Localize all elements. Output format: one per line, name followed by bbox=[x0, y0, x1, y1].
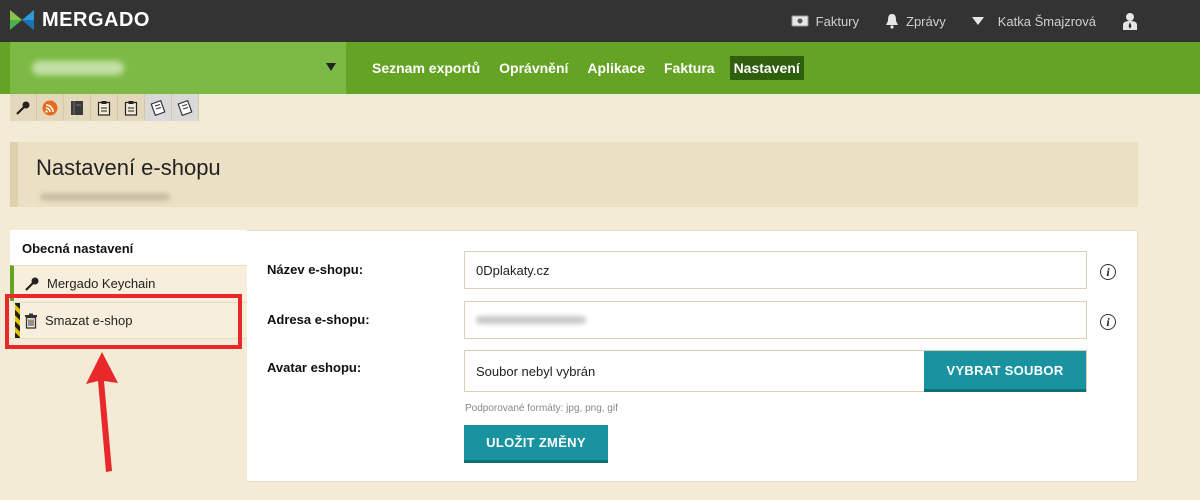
nav-apps[interactable]: Aplikace bbox=[583, 56, 649, 80]
rss-icon bbox=[42, 100, 58, 115]
top-right-menu: Faktury Zprávy Katka Šmajzrová bbox=[791, 0, 1200, 42]
toolbar-clipboard-button-1[interactable] bbox=[91, 94, 118, 121]
formats-hint: Podporované formáty: jpg, png, gif bbox=[465, 403, 618, 414]
user-icon[interactable] bbox=[1122, 12, 1138, 30]
eshop-name-blurred bbox=[32, 61, 124, 75]
settings-form: Název e-shopu: 0Dplakaty.cz i Adresa e-s… bbox=[247, 230, 1138, 482]
document-icon bbox=[150, 99, 166, 116]
logo-text: MERGADO bbox=[42, 8, 150, 31]
key-icon bbox=[25, 277, 39, 291]
avatar-file-input[interactable]: Soubor nebyl vybrán VYBRAT SOUBOR bbox=[464, 350, 1087, 392]
messages-label: Zprávy bbox=[906, 13, 946, 29]
clipboard-icon bbox=[124, 100, 138, 116]
page-subtitle-blurred bbox=[40, 193, 170, 201]
notebook-icon bbox=[71, 100, 83, 115]
toolbar-notebook-button[interactable] bbox=[64, 94, 91, 121]
eshop-address-value-blurred bbox=[476, 316, 586, 324]
eshop-name-value: 0Dplakaty.cz bbox=[476, 262, 550, 278]
clipboard-icon bbox=[97, 100, 111, 116]
chevron-down-icon bbox=[971, 17, 984, 25]
eshop-name-label: Název e-shopu: bbox=[267, 262, 364, 277]
name-info-icon[interactable]: i bbox=[1100, 264, 1116, 280]
invoices-link[interactable]: Faktury bbox=[791, 14, 859, 29]
toolbar-clipboard-button-2[interactable] bbox=[118, 94, 145, 121]
nav-settings[interactable]: Nastavení bbox=[729, 56, 804, 80]
eshop-address-field[interactable] bbox=[464, 301, 1087, 339]
bell-icon bbox=[886, 14, 898, 29]
tab-general-settings[interactable]: Obecná nastavení bbox=[10, 230, 247, 266]
sidebar-divider bbox=[10, 338, 247, 339]
file-status-text: Soubor nebyl vybrán bbox=[476, 364, 596, 379]
page-header: Nastavení e-shopu bbox=[10, 142, 1138, 207]
annotation-arrow-icon bbox=[86, 352, 118, 472]
user-menu[interactable]: Katka Šmajzrová bbox=[971, 13, 1096, 29]
messages-link[interactable]: Zprávy bbox=[885, 13, 946, 29]
document-icon bbox=[177, 99, 193, 116]
sidebar-item-keychain[interactable]: Mergado Keychain bbox=[10, 265, 247, 301]
main-nav: Seznam exportů Oprávnění Aplikace Faktur… bbox=[368, 42, 815, 94]
caret-down-icon bbox=[326, 63, 336, 71]
sidebar-item-label: Mergado Keychain bbox=[47, 276, 156, 291]
sidebar-item-label: Smazat e-shop bbox=[45, 313, 133, 328]
choose-file-button[interactable]: VYBRAT SOUBOR bbox=[924, 351, 1086, 392]
eshop-name-field[interactable]: 0Dplakaty.cz bbox=[464, 251, 1087, 289]
nav-invoice[interactable]: Faktura bbox=[660, 56, 719, 80]
toolbar-document-button-1[interactable] bbox=[145, 94, 172, 121]
toolbar-rss-button[interactable] bbox=[37, 94, 64, 121]
save-changes-button[interactable]: ULOŽIT ZMĚNY bbox=[464, 425, 608, 463]
toolbar bbox=[10, 94, 199, 121]
main-nav-bar: Seznam exportů Oprávnění Aplikace Faktur… bbox=[0, 42, 1200, 94]
user-name: Katka Šmajzrová bbox=[997, 13, 1096, 29]
eshop-selector[interactable] bbox=[10, 42, 346, 94]
key-icon bbox=[16, 101, 30, 115]
mergado-logo-icon bbox=[10, 10, 34, 30]
eshop-address-label: Adresa e-shopu: bbox=[267, 312, 370, 327]
nav-permissions[interactable]: Oprávnění bbox=[495, 56, 572, 80]
nav-export-list[interactable]: Seznam exportů bbox=[368, 56, 484, 80]
toolbar-document-button-2[interactable] bbox=[172, 94, 199, 121]
invoices-label: Faktury bbox=[815, 13, 859, 29]
top-bar: MERGADO Faktury Zprávy Katka Šmajzrová bbox=[0, 0, 1200, 42]
toolbar-key-button[interactable] bbox=[10, 94, 37, 121]
page-title: Nastavení e-shopu bbox=[36, 155, 221, 180]
sidebar-item-delete-eshop[interactable]: Smazat e-shop bbox=[10, 302, 247, 338]
logo[interactable]: MERGADO bbox=[10, 8, 150, 32]
avatar-label: Avatar eshopu: bbox=[267, 360, 362, 375]
address-info-icon[interactable]: i bbox=[1100, 314, 1116, 330]
money-icon bbox=[791, 15, 809, 27]
trash-icon bbox=[25, 313, 37, 329]
